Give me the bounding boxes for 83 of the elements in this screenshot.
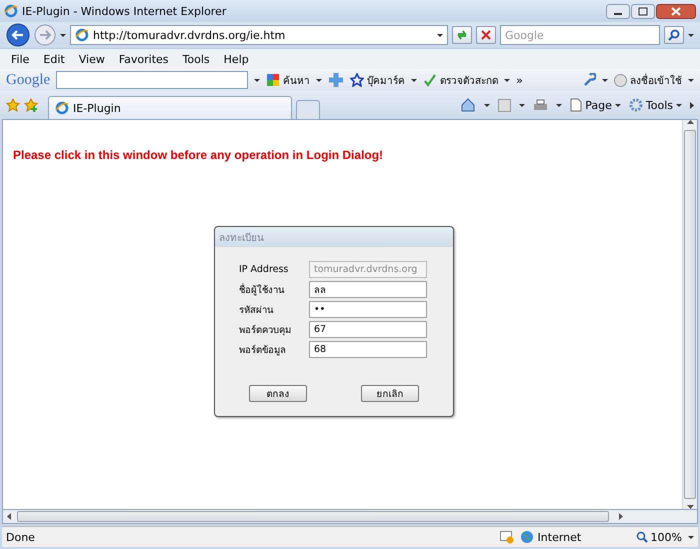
caret-icon[interactable]: [60, 34, 66, 36]
input-field[interactable]: 68: [309, 341, 427, 358]
grid-icon: [266, 73, 280, 87]
caret-icon[interactable]: [411, 78, 418, 82]
search-icon: [668, 29, 680, 41]
menu-item[interactable]: Favorites: [112, 52, 176, 66]
caret-icon: [676, 104, 682, 106]
field-label: IP Address: [239, 264, 290, 275]
spell-button[interactable]: ตรวจตัวสะกด: [423, 72, 498, 88]
input-field[interactable]: ลล: [309, 281, 427, 298]
menu-item[interactable]: Tools: [176, 52, 217, 66]
refresh-button[interactable]: [452, 26, 472, 44]
menu-item[interactable]: View: [72, 52, 112, 66]
browser-tab[interactable]: IE-Plugin: [48, 96, 292, 119]
scroll-left-icon[interactable]: [7, 513, 11, 520]
circle-icon: [614, 74, 627, 86]
more-button[interactable]: »: [516, 74, 523, 86]
window-title: IE-Plugin - Windows Internet Explorer: [22, 4, 228, 18]
ie-logo-icon: [75, 28, 89, 42]
globe-icon: [520, 530, 534, 544]
gear-icon: [628, 98, 643, 112]
checkmark-icon: [423, 73, 438, 87]
warning-icon[interactable]: [500, 530, 514, 544]
bookmark-button[interactable]: บุ๊คมาร์ค: [350, 72, 406, 88]
star-plus-icon[interactable]: [24, 98, 38, 112]
refresh-icon: [456, 29, 468, 41]
warning-message: Please click in this window before any operation in Login Dialog!: [13, 148, 384, 162]
tools-menu-button[interactable]: Tools: [628, 98, 682, 112]
scrollbar-thumb[interactable]: [684, 130, 696, 499]
scrollbar-thumb[interactable]: [17, 511, 609, 522]
caret-icon[interactable]: [688, 536, 694, 538]
caret-icon[interactable]: [519, 104, 526, 106]
stop-button[interactable]: [476, 26, 496, 44]
caret-icon: [614, 104, 621, 106]
close-icon: [481, 30, 491, 40]
input-field[interactable]: 67: [309, 321, 427, 338]
page-icon: [570, 98, 582, 112]
menu-item[interactable]: Edit: [36, 52, 72, 66]
ie-logo-icon: [55, 101, 69, 115]
dialog-title: ลงทะเบียน: [215, 227, 453, 247]
google-logo: Google: [6, 72, 50, 88]
caret-icon[interactable]: [504, 78, 510, 82]
address-field[interactable]: http://tomuradvr.dvrdns.org/ie.htm: [70, 25, 448, 45]
minimize-button[interactable]: [606, 4, 630, 18]
caret-icon[interactable]: [688, 78, 694, 82]
wrench-icon[interactable]: [582, 73, 596, 87]
field-label: พอร์ตข้อมูล: [239, 344, 287, 357]
cancel-button[interactable]: ยกเลิก: [361, 385, 419, 402]
caret-icon[interactable]: [484, 104, 490, 106]
caret-icon[interactable]: [316, 78, 322, 82]
star-icon[interactable]: [6, 98, 20, 112]
search-button[interactable]: ค้นหา: [266, 72, 310, 88]
caret-icon[interactable]: [688, 34, 694, 36]
caret-icon[interactable]: [254, 78, 260, 82]
zone-label: Internet: [538, 530, 582, 544]
sign-in-button[interactable]: ลงชื่อเข้าใช้: [614, 72, 682, 88]
caret-icon[interactable]: [556, 104, 562, 106]
close-button[interactable]: [656, 4, 696, 18]
field-label: พอร์ตควบคุม: [239, 324, 292, 337]
star-icon: [350, 73, 364, 87]
input-field[interactable]: ••: [309, 301, 427, 318]
zoom-button[interactable]: 100%: [636, 530, 682, 544]
scroll-right-icon[interactable]: [619, 513, 623, 520]
page-menu-button[interactable]: Page: [570, 98, 621, 112]
printer-icon[interactable]: [533, 98, 548, 112]
menu-item[interactable]: Help: [216, 52, 256, 66]
status-text: Done: [6, 530, 36, 544]
back-button[interactable]: [6, 23, 30, 47]
plus-icon[interactable]: [328, 72, 344, 88]
search-field[interactable]: [56, 71, 248, 89]
ie-logo-icon: [4, 4, 18, 18]
chevron-icon[interactable]: [690, 102, 694, 108]
field-label: รหัสผ่าน: [239, 304, 274, 317]
search-field[interactable]: Google: [500, 25, 660, 45]
field-label: ชื่อผู้ใช้งาน: [239, 282, 286, 297]
menu-item[interactable]: File: [4, 52, 36, 66]
zoom-icon: [636, 531, 648, 543]
caret-icon[interactable]: [602, 78, 608, 82]
home-icon[interactable]: [460, 98, 476, 112]
search-button[interactable]: [664, 26, 684, 44]
maximize-button[interactable]: [631, 4, 655, 18]
caret-icon[interactable]: [437, 34, 443, 36]
ok-button[interactable]: ตกลง: [249, 385, 307, 402]
